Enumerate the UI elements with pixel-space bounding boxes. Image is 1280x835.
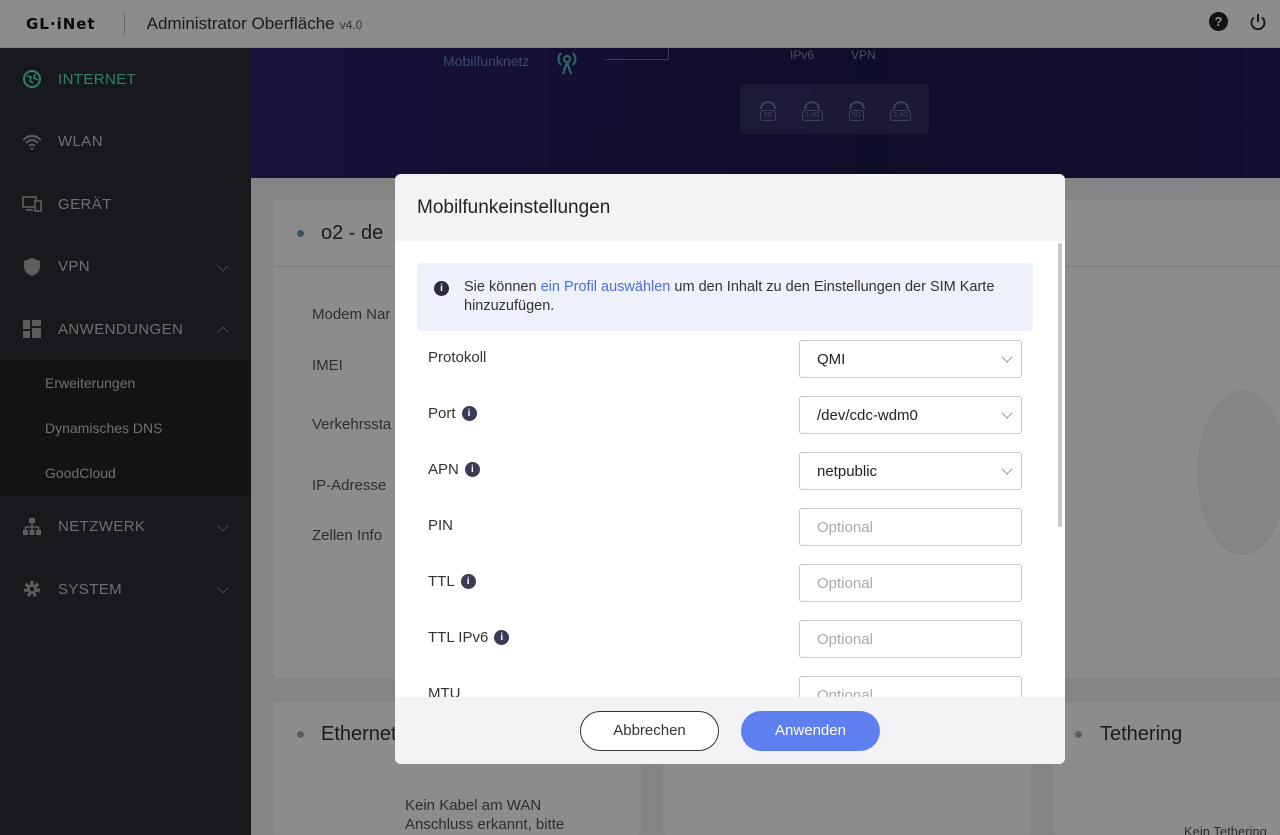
field-mtu: MTU Optional (428, 676, 1022, 697)
ttl-ipv6-input[interactable]: Optional (799, 620, 1022, 658)
info-text: Sie können ein Profil auswählen um den I… (464, 279, 995, 314)
apn-value: netpublic (817, 462, 878, 480)
protokoll-value: QMI (817, 350, 846, 368)
port-select[interactable]: /dev/cdc-wdm0 (799, 396, 1022, 434)
port-value: /dev/cdc-wdm0 (817, 406, 918, 424)
apply-button[interactable]: Anwenden (741, 710, 880, 751)
chevron-down-icon (1001, 351, 1013, 363)
chevron-down-icon (1001, 463, 1013, 475)
dialog-footer: Abbrechen Anwenden (395, 697, 1065, 764)
field-apn: APN i netpublic (428, 452, 1022, 490)
mtu-input[interactable]: Optional (799, 676, 1022, 697)
dialog-header: Mobilfunkeinstellungen (395, 174, 1065, 241)
field-port: Port i /dev/cdc-wdm0 (428, 396, 1022, 434)
info-icon[interactable]: i (461, 406, 477, 421)
chevron-down-icon (1001, 407, 1013, 419)
port-label: Port i (428, 405, 477, 422)
info-banner: i Sie können ein Profil auswählen um den… (417, 263, 1033, 331)
field-ttl: TTL i Optional (428, 564, 1022, 602)
protokoll-select[interactable]: QMI (799, 340, 1022, 378)
dialog-body: i Sie können ein Profil auswählen um den… (395, 241, 1065, 697)
ttl-ipv6-label: TTL IPv6 i (428, 629, 510, 646)
cellular-settings-dialog: Mobilfunkeinstellungen i Sie können ein … (395, 174, 1065, 764)
mtu-label: MTU (428, 685, 461, 697)
ttl-label: TTL i (428, 573, 476, 590)
cancel-button[interactable]: Abbrechen (580, 710, 719, 751)
dialog-title: Mobilfunkeinstellungen (417, 196, 611, 218)
pin-input[interactable]: Optional (799, 508, 1022, 546)
info-icon[interactable]: i (460, 574, 476, 589)
info-icon[interactable]: i (464, 462, 480, 477)
dialog-scrollbar[interactable] (1058, 243, 1062, 527)
field-protokoll: Protokoll QMI (428, 340, 1022, 378)
info-icon: i (434, 281, 449, 296)
info-icon[interactable]: i (494, 630, 510, 645)
pin-label: PIN (428, 517, 454, 534)
protokoll-label: Protokoll (428, 349, 487, 366)
ttl-input[interactable]: Optional (799, 564, 1022, 602)
apn-label: APN i (428, 461, 480, 478)
apn-select[interactable]: netpublic (799, 452, 1022, 490)
field-ttl-ipv6: TTL IPv6 i Optional (428, 620, 1022, 658)
field-pin: PIN Optional (428, 508, 1022, 546)
select-profile-link[interactable]: ein Profil auswählen (541, 279, 671, 295)
